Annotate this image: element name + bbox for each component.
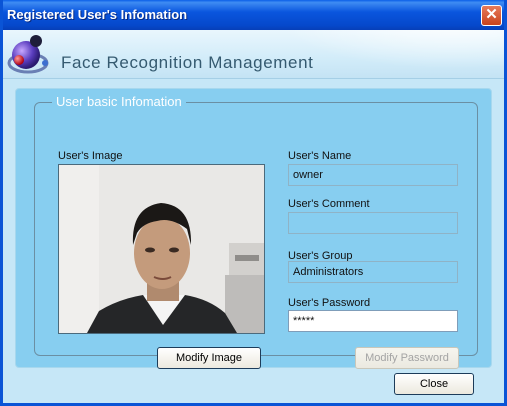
app-title: Face Recognition Management — [61, 53, 314, 72]
user-photo-image — [59, 165, 264, 333]
close-button[interactable]: Close — [394, 373, 474, 395]
content-panel: User basic Infomation User's Image Modif… — [15, 88, 492, 369]
app-header: Face Recognition Management — [3, 30, 504, 79]
dialog-window: Registered User's Infomation ✕ Face Reco… — [0, 0, 507, 406]
dialog-client-area: Face Recognition Management User basic I… — [3, 30, 504, 403]
user-name-label: User's Name — [288, 150, 352, 162]
user-password-label: User's Password — [288, 297, 371, 309]
user-image-label: User's Image — [58, 150, 123, 162]
window-title: Registered User's Infomation — [7, 7, 188, 22]
user-comment-field[interactable] — [288, 212, 458, 234]
user-password-field[interactable]: ***** — [288, 310, 458, 332]
modify-image-button[interactable]: Modify Image — [157, 347, 261, 369]
close-window-button[interactable]: ✕ — [481, 5, 502, 26]
group-legend: User basic Infomation — [52, 94, 186, 110]
globe-logo-icon — [7, 35, 49, 74]
user-group-field[interactable]: Administrators — [288, 261, 458, 283]
user-name-field[interactable]: owner — [288, 164, 458, 186]
title-bar[interactable]: Registered User's Infomation ✕ — [3, 0, 504, 30]
user-photo — [58, 164, 265, 334]
user-comment-label: User's Comment — [288, 198, 370, 210]
modify-password-button[interactable]: Modify Password — [355, 347, 459, 369]
